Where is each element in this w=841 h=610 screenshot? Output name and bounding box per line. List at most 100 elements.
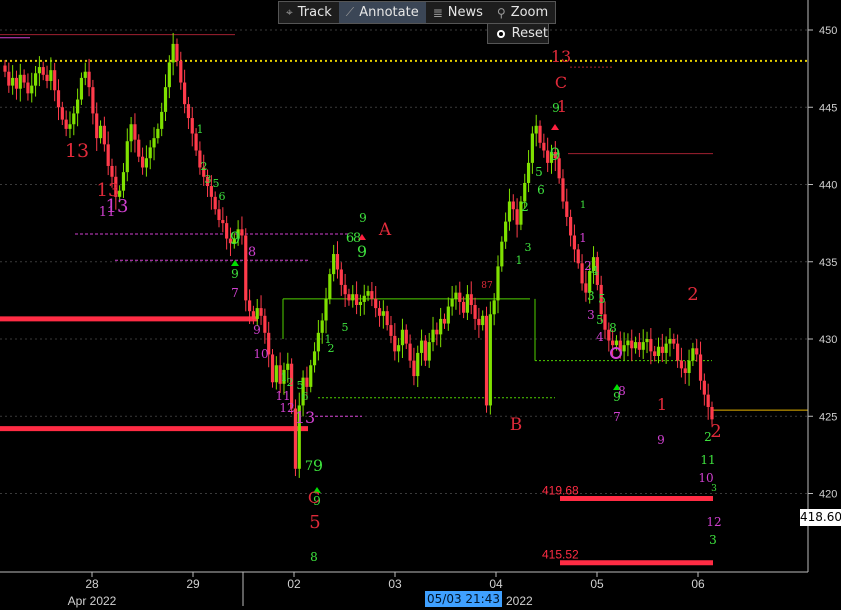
- x-tick-label: 04: [489, 577, 503, 591]
- candle-body: [259, 308, 263, 316]
- sequential-count-label: 10: [253, 347, 268, 361]
- candle-body: [710, 406, 714, 420]
- candle-body: [247, 300, 252, 312]
- y-tick-label: 440: [819, 180, 837, 192]
- reset-button[interactable]: Reset: [487, 23, 549, 44]
- candle-body: [469, 294, 473, 306]
- sequential-count-label: 1: [580, 200, 586, 211]
- price-chart[interactable]: 419.68415.52 13131113123 5699789101 2 56111…: [0, 0, 841, 610]
- candle-body: [72, 113, 76, 125]
- sequential-count-label: 1: [557, 97, 567, 116]
- candle-body: [18, 74, 22, 89]
- candle-body: [270, 354, 275, 383]
- candle-body: [76, 99, 80, 114]
- y-tick-label: 430: [819, 334, 837, 346]
- track-button[interactable]: ⌖ Track: [279, 2, 339, 23]
- sequential-count-label: 9: [230, 229, 241, 249]
- sequential-count-label: 3: [587, 308, 595, 322]
- magnifier-icon: ⚲: [496, 5, 506, 20]
- sequential-count-label: 3: [525, 241, 532, 254]
- candle-body: [366, 291, 370, 296]
- candle-body: [45, 74, 49, 81]
- sequential-count-label: 2: [201, 160, 208, 173]
- candle-body: [488, 314, 492, 406]
- candle-body: [30, 85, 34, 94]
- candle-body: [91, 87, 95, 114]
- candle-body: [354, 294, 359, 306]
- candle-body: [56, 90, 61, 108]
- candle-body: [649, 339, 653, 352]
- zoom-button[interactable]: ⚲ Zoom: [490, 2, 555, 23]
- candle-body: [664, 343, 668, 353]
- sequential-count-label: 5: [309, 512, 320, 533]
- sequential-count-label: 1: [579, 231, 587, 245]
- sequential-count-label: 8: [310, 550, 318, 564]
- candle-body: [41, 67, 45, 75]
- news-button[interactable]: ≣ News: [426, 2, 490, 23]
- candle-body: [68, 124, 72, 129]
- candle-body: [706, 394, 710, 407]
- candle-body: [572, 235, 577, 250]
- sequential-count-label: 7: [305, 459, 313, 474]
- candle-body: [95, 113, 99, 139]
- candle-body: [439, 318, 443, 335]
- x-month-label: Apr 2022: [68, 594, 117, 608]
- sequential-count-label: 5: [598, 292, 606, 306]
- candle-body: [702, 380, 706, 395]
- candle-body: [175, 43, 179, 61]
- candle-body: [106, 144, 110, 166]
- candle-body: [11, 77, 15, 86]
- candle-body: [3, 65, 7, 72]
- candle-body: [255, 308, 259, 319]
- candle-body: [400, 329, 405, 346]
- candle-body: [328, 274, 332, 299]
- candle-body: [538, 125, 542, 143]
- candle-body: [614, 340, 619, 346]
- sequential-count-label: 6: [219, 190, 226, 203]
- sequential-count-label: 13: [106, 196, 129, 217]
- x-tick-label: 28: [85, 577, 99, 591]
- candle-body: [473, 305, 477, 319]
- sequential-count-label: C: [555, 73, 567, 92]
- candle-body: [385, 311, 389, 326]
- sequential-count-label: 10: [698, 471, 713, 485]
- candle-body: [312, 351, 317, 366]
- candle-body: [217, 209, 221, 221]
- last-price-tag: 418.60: [800, 509, 841, 526]
- candle-body: [263, 315, 267, 333]
- candle-body: [110, 165, 114, 177]
- sequential-count-label: 9: [313, 456, 323, 475]
- sequential-count-label: 9: [359, 211, 367, 225]
- x-tick-label: 03: [388, 577, 402, 591]
- candle-body: [446, 306, 450, 324]
- sequential-count-label: 9: [550, 145, 561, 165]
- candle-body: [316, 332, 320, 352]
- candle-body: [427, 342, 431, 361]
- candle-body: [569, 216, 573, 236]
- sequential-count-label: 1: [197, 123, 204, 136]
- candle-body: [190, 118, 194, 134]
- y-tick-label: 420: [819, 489, 837, 501]
- candle-body: [676, 343, 680, 361]
- candle-body: [64, 119, 68, 129]
- annotate-button[interactable]: ⟋ Annotate: [338, 2, 426, 23]
- y-tick-label: 435: [819, 257, 837, 269]
- candle-body: [492, 300, 496, 315]
- sequential-count-label: 3: [709, 533, 717, 547]
- candle-body: [435, 329, 439, 335]
- candle-body: [140, 156, 145, 168]
- x-tick-label: 06: [691, 577, 705, 591]
- candle-body: [221, 220, 225, 224]
- sequential-count-label: 6: [537, 183, 545, 197]
- candle-body: [194, 133, 198, 151]
- candle-body: [377, 308, 382, 316]
- news-icon: ≣: [432, 5, 443, 20]
- sequential-count-label: 13: [295, 408, 315, 427]
- candle-body: [484, 315, 489, 406]
- sequential-count-label: 2: [287, 376, 294, 389]
- candle-body: [442, 318, 447, 324]
- candle-body: [698, 354, 703, 381]
- candle-body: [33, 73, 38, 86]
- candle-body: [324, 298, 328, 321]
- sequential-count-label: B: [510, 415, 523, 435]
